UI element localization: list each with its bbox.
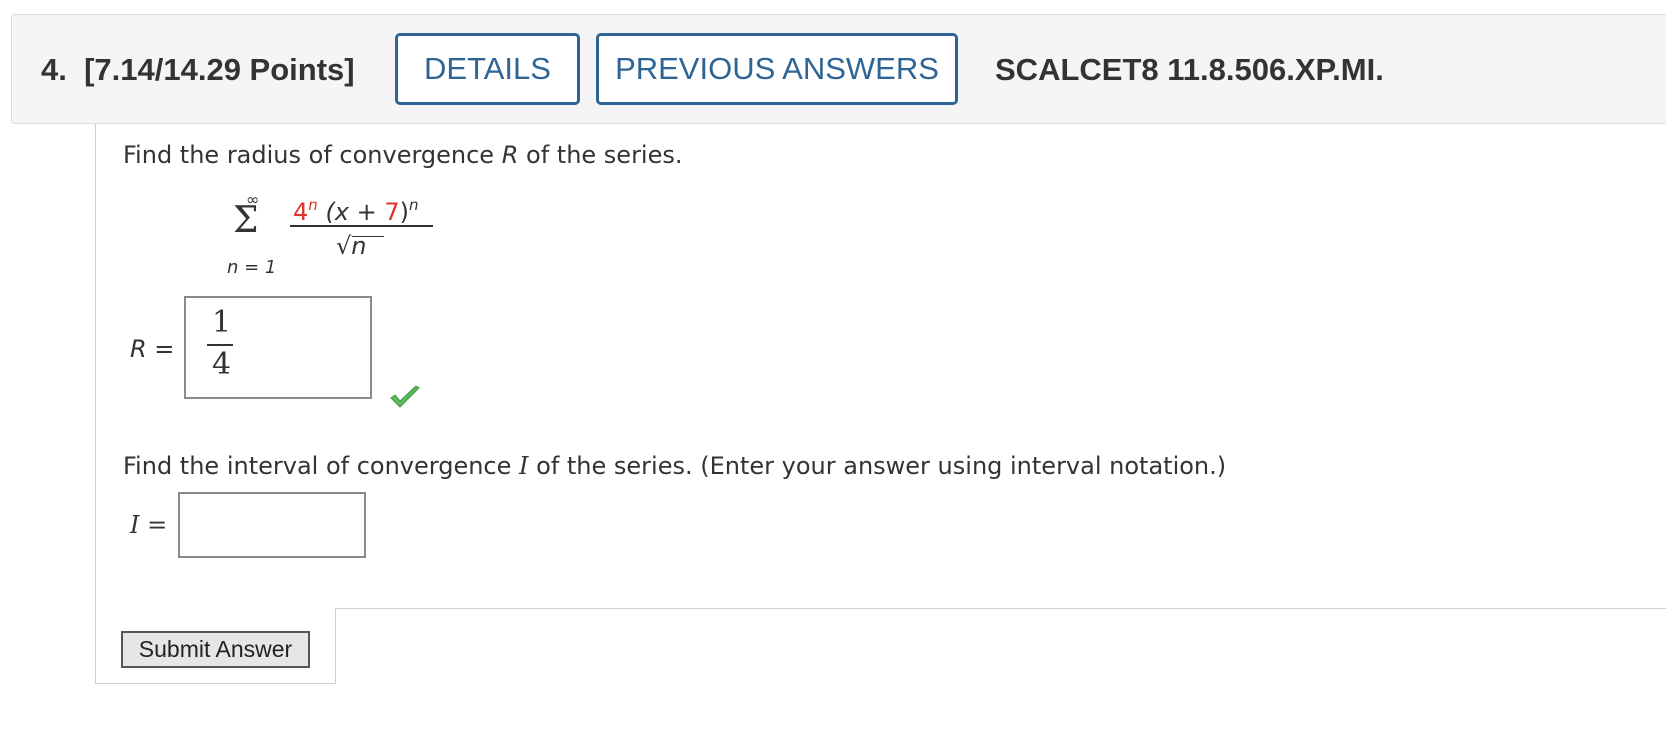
radius-prompt: Find the radius of convergence R of the … [123,141,683,169]
sqrt-overline [352,236,384,237]
radius-answer-numerator: 1 [212,305,232,340]
question-code: SCALCET8 11.8.506.XP.MI. [995,52,1384,87]
interval-answer-field[interactable] [178,492,366,558]
correct-check-icon [390,385,420,408]
i-label: I = [130,511,168,539]
submit-answer-button[interactable]: Submit Answer [121,631,310,668]
sum-lower-limit: n = 1 [227,257,277,278]
details-button[interactable]: DETAILS [395,33,580,105]
question-points: 4. [7.14/14.29 Points] [41,52,355,87]
previous-answers-button[interactable]: PREVIOUS ANSWERS [596,33,958,105]
r-label: R = [130,335,175,363]
series-numerator: 4n (x + 7)n [293,196,419,226]
series-fraction-bar [290,225,433,227]
radius-answer-denominator: 4 [212,347,232,382]
question-frame-notch [335,608,336,684]
question-frame-bottom [95,683,336,684]
interval-prompt: Find the interval of convergence I of th… [123,452,1227,480]
question-frame-divider [335,608,1666,609]
question-frame-left [95,124,96,684]
question-header: 4. [7.14/14.29 Points] DETAILS PREVIOUS … [11,14,1666,124]
radius-answer-fraction-bar [207,344,233,346]
sum-upper-limit: ∞ [246,190,260,209]
